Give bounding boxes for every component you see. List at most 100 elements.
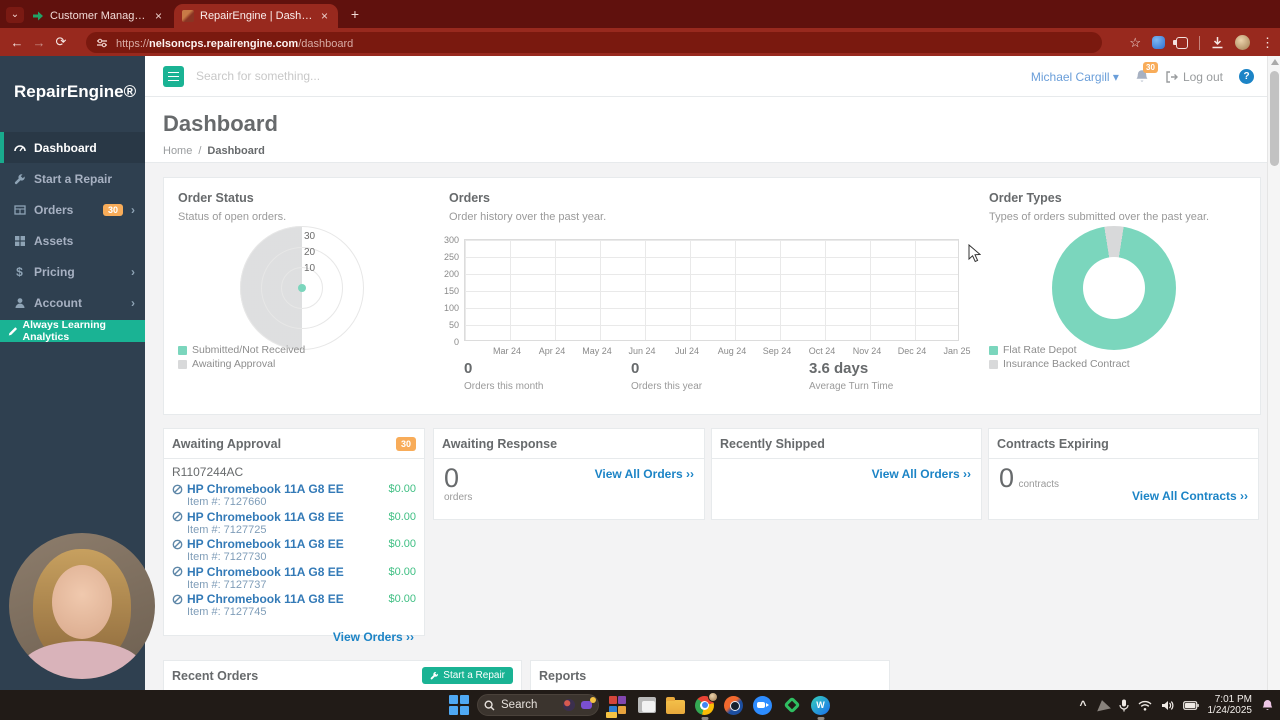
panel-title: Recently Shipped — [720, 436, 825, 451]
taskbar-zoom[interactable] — [752, 695, 773, 716]
running-indicator — [817, 717, 824, 720]
wrench-icon — [430, 671, 439, 680]
orders-subtitle: Order history over the past year. — [449, 211, 607, 223]
list-item: HP Chromebook 11A G8 EE $0.00 Item #: 71… — [172, 565, 416, 593]
start-button[interactable] — [449, 695, 469, 715]
tab-search-button[interactable]: ⌄ — [6, 7, 24, 23]
extensions-icon[interactable] — [1173, 36, 1188, 49]
panel-header: Reports — [531, 661, 889, 690]
contracts-expiring-panel: Contracts Expiring 0 contracts View All … — [988, 428, 1259, 520]
search-input[interactable] — [196, 61, 616, 91]
item-name-link[interactable]: HP Chromebook 11A G8 EE — [187, 482, 384, 496]
battery-icon[interactable] — [1182, 700, 1199, 710]
sidebar-item-assets[interactable]: Assets — [0, 225, 145, 256]
dollar-icon: $ — [16, 264, 23, 279]
stat-value: 0 — [464, 360, 473, 377]
tray-chevron-icon[interactable]: ^ — [1079, 698, 1086, 712]
panel-body: 0 contracts View All Contracts ›› — [989, 459, 1258, 504]
x-tick: Aug 24 — [717, 346, 747, 356]
item-name-link[interactable]: HP Chromebook 11A G8 EE — [187, 537, 384, 551]
taskbar-diamond-app[interactable] — [781, 695, 802, 716]
orders-title: Orders — [449, 191, 490, 205]
taskbar-webex[interactable]: W — [810, 695, 831, 720]
panel-body: View All Orders ›› — [712, 459, 981, 481]
extension-icon[interactable] — [1152, 36, 1165, 49]
taskbar-file-explorer[interactable] — [665, 695, 686, 716]
sidebar-item-account[interactable]: Account › — [0, 287, 145, 318]
gamepad-highlight-icon — [581, 697, 596, 709]
scrollbar-thumb[interactable] — [1270, 71, 1279, 166]
notification-badge: 30 — [1143, 62, 1158, 73]
item-price: $0.00 — [388, 565, 416, 578]
order-status-legend: Submitted/Not Received Awaiting Approval — [178, 344, 305, 370]
browser-profile-avatar[interactable] — [1235, 35, 1250, 50]
address-bar[interactable]: https://nelsoncps.repairengine.com/dashb… — [86, 32, 1102, 53]
view-all-contracts-link[interactable]: View All Contracts ›› — [1132, 489, 1248, 503]
caret-down-icon: ▾ — [1112, 69, 1119, 84]
contracts-expiring-count: 0 — [999, 463, 1015, 493]
forward-button[interactable]: → — [28, 35, 50, 50]
taskbar-app-window[interactable] — [636, 695, 657, 716]
order-types-title: Order Types — [989, 191, 1062, 205]
bookmark-star-icon[interactable]: ☆ — [1129, 36, 1141, 49]
item-number: Item #: 7127745 — [187, 606, 267, 618]
clock-time: 7:01 PM — [1214, 694, 1252, 705]
hamburger-menu-button[interactable] — [163, 66, 184, 87]
panel-title: Awaiting Response — [442, 436, 558, 451]
back-button[interactable]: ← — [6, 35, 28, 50]
microphone-icon[interactable] — [1118, 699, 1129, 712]
item-name-link[interactable]: HP Chromebook 11A G8 EE — [187, 510, 384, 524]
sidebar-nav: Dashboard Start a Repair Orders 30 › Ass… — [0, 132, 145, 318]
speaker-icon[interactable] — [1161, 700, 1174, 711]
sidebar-item-label: Pricing — [34, 264, 75, 279]
user-icon — [13, 297, 26, 309]
item-name-link[interactable]: HP Chromebook 11A G8 EE — [187, 565, 384, 579]
sidebar-item-dashboard[interactable]: Dashboard — [0, 132, 145, 163]
view-all-orders-link[interactable]: View All Orders ›› — [595, 467, 694, 481]
url-host: nelsoncps.repairengine.com — [149, 37, 299, 50]
sidebar-item-orders[interactable]: Orders 30 › — [0, 194, 145, 225]
tab-close-icon[interactable]: × — [153, 9, 164, 23]
tab-customer-manager[interactable]: Customer Manager | RepairEng × — [24, 4, 172, 28]
taskbar-clock[interactable]: 7:01 PM 1/24/2025 — [1208, 694, 1253, 716]
taskbar-camera-app[interactable] — [723, 695, 744, 716]
item-name-link[interactable]: HP Chromebook 11A G8 EE — [187, 592, 384, 606]
legend-label: Insurance Backed Contract — [1003, 358, 1130, 370]
new-tab-button[interactable]: + — [346, 6, 364, 24]
legend-item: Insurance Backed Contract — [989, 358, 1130, 370]
panel-body: R1107244AC HP Chromebook 11A G8 EE $0.00… — [164, 459, 424, 646]
view-orders-link[interactable]: View Orders ›› — [333, 630, 414, 644]
notification-bell-icon[interactable] — [1261, 699, 1274, 712]
user-menu[interactable]: Michael Cargill ▾ — [1031, 70, 1119, 84]
logout-button[interactable]: Log out — [1165, 70, 1223, 84]
taskbar-search[interactable]: Search — [477, 694, 599, 716]
app-logo: RepairEngine® — [14, 82, 137, 101]
tab-close-icon[interactable]: × — [319, 9, 330, 23]
help-button[interactable]: ? — [1239, 69, 1254, 84]
onedrive-icon[interactable] — [1094, 698, 1111, 712]
item-price: $0.00 — [388, 510, 416, 523]
view-all-orders-link[interactable]: View All Orders ›› — [872, 467, 971, 481]
sidebar-item-start-a-repair[interactable]: Start a Repair — [0, 163, 145, 194]
refresh-button[interactable]: ⟳ — [50, 34, 72, 50]
taskbar-chrome[interactable] — [694, 691, 718, 720]
start-a-repair-button[interactable]: Start a Repair — [422, 667, 513, 684]
page-scrollbar[interactable] — [1267, 56, 1280, 690]
browser-menu-icon[interactable]: ⋮ — [1261, 36, 1274, 49]
always-learning-analytics-button[interactable]: Always Learning Analytics — [0, 319, 145, 343]
x-tick: Jun 24 — [628, 346, 656, 356]
wifi-icon[interactable] — [1138, 700, 1152, 711]
sidebar-item-pricing[interactable]: $ Pricing › — [0, 256, 145, 287]
sidebar-item-label: Orders — [34, 202, 74, 217]
legend-swatch — [178, 345, 187, 355]
stat-value: 3.6 days — [809, 360, 869, 377]
notifications-button[interactable]: 30 — [1135, 62, 1158, 84]
taskbar-app-grid[interactable] — [606, 695, 628, 718]
download-icon[interactable] — [1211, 36, 1224, 49]
gauge-icon — [13, 142, 26, 154]
tab-repairengine-dashboard[interactable]: RepairEngine | Dashboard × — [174, 4, 338, 28]
panel-header: Recently Shipped — [712, 429, 981, 459]
item-price: $0.00 — [388, 483, 416, 495]
breadcrumb-home-link[interactable]: Home — [163, 145, 192, 157]
scroll-up-arrow[interactable] — [1271, 59, 1279, 65]
